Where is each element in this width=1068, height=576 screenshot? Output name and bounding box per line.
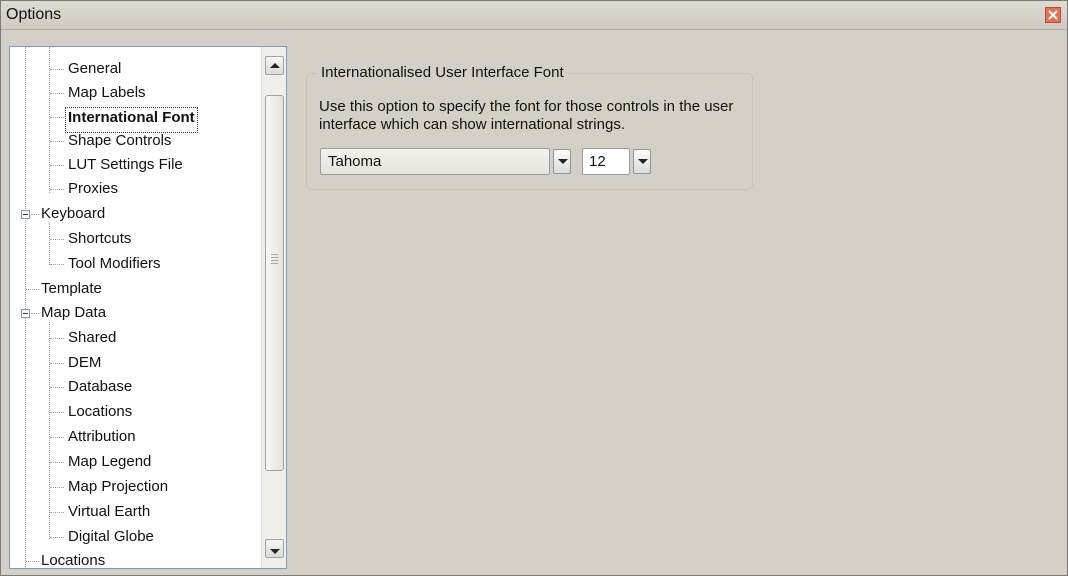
close-button[interactable] bbox=[1045, 7, 1061, 23]
arrow-up-icon bbox=[270, 63, 280, 68]
tree-line bbox=[50, 93, 64, 94]
tree-line bbox=[50, 141, 64, 142]
options-window: Options General Map Labels International… bbox=[0, 0, 1068, 576]
size-value: 12 bbox=[589, 153, 606, 170]
tree-item-lut-settings-file[interactable]: LUT Settings File bbox=[68, 155, 183, 179]
size-dropdown-button[interactable] bbox=[633, 149, 651, 174]
close-icon bbox=[1048, 10, 1058, 20]
tree-item-database[interactable]: Database bbox=[68, 377, 132, 401]
chevron-down-icon bbox=[638, 159, 648, 164]
tree-scrollbar[interactable] bbox=[261, 47, 286, 568]
tree-line bbox=[50, 363, 64, 364]
tree-line bbox=[50, 338, 64, 339]
tree-item-virtual-earth[interactable]: Virtual Earth bbox=[68, 502, 150, 526]
tree-line bbox=[31, 214, 39, 215]
tree-line bbox=[50, 189, 64, 190]
tree-item-tool-modifiers[interactable]: Tool Modifiers bbox=[68, 254, 161, 278]
tree-line bbox=[49, 322, 50, 539]
group-legend: Internationalised User Interface Font bbox=[317, 64, 568, 81]
tree-item-digital-globe[interactable]: Digital Globe bbox=[68, 527, 154, 551]
tree-line bbox=[26, 561, 39, 562]
tree-item-template[interactable]: Template bbox=[41, 279, 102, 303]
tree-item-map-labels[interactable]: Map Labels bbox=[68, 83, 146, 107]
tree-line bbox=[50, 487, 64, 488]
chevron-down-icon bbox=[558, 159, 568, 164]
tree-line bbox=[31, 313, 39, 314]
tree-item-shared[interactable]: Shared bbox=[68, 328, 116, 352]
scroll-thumb[interactable] bbox=[265, 95, 284, 471]
tree-item-locations-root[interactable]: Locations bbox=[41, 551, 105, 568]
size-combobox[interactable]: 12 bbox=[582, 148, 630, 175]
tree-line bbox=[50, 264, 64, 265]
group-description: Use this option to specify the font for … bbox=[319, 98, 734, 133]
grip-line bbox=[271, 260, 278, 261]
tree-line bbox=[49, 223, 50, 265]
tree-item-attribution[interactable]: Attribution bbox=[68, 427, 136, 451]
tree-item-map-legend[interactable]: Map Legend bbox=[68, 452, 151, 476]
tree-line bbox=[25, 47, 26, 567]
tree-line bbox=[50, 512, 64, 513]
tree-line bbox=[50, 165, 64, 166]
tree-item-shortcuts[interactable]: Shortcuts bbox=[68, 229, 131, 253]
grip-line bbox=[271, 254, 278, 255]
tree-item-keyboard[interactable]: Keyboard bbox=[41, 204, 105, 228]
tree-item-locations[interactable]: Locations bbox=[68, 402, 132, 426]
tree-line bbox=[50, 462, 64, 463]
tree-item-proxies[interactable]: Proxies bbox=[68, 179, 118, 203]
tree-item-international-font[interactable]: International Font bbox=[65, 107, 198, 133]
tree-line bbox=[50, 387, 64, 388]
tree-line bbox=[50, 412, 64, 413]
tree-line bbox=[50, 69, 64, 70]
tree-line bbox=[50, 239, 64, 240]
tree-line bbox=[50, 117, 64, 118]
scroll-down-button[interactable] bbox=[265, 539, 284, 558]
options-tree[interactable]: General Map Labels International Font Sh… bbox=[9, 46, 287, 569]
font-value: Tahoma bbox=[328, 153, 382, 170]
grip-line bbox=[271, 257, 278, 258]
tree-item-shape-controls[interactable]: Shape Controls bbox=[68, 131, 171, 155]
tree-line bbox=[50, 437, 64, 438]
window-title: Options bbox=[6, 6, 62, 23]
tree-line bbox=[26, 289, 39, 290]
grip-line bbox=[271, 263, 278, 264]
tree-line bbox=[50, 537, 64, 538]
tree-item-map-data[interactable]: Map Data bbox=[41, 303, 106, 327]
collapse-icon[interactable] bbox=[21, 309, 30, 318]
tree-item-dem[interactable]: DEM bbox=[68, 353, 101, 377]
title-bar: Options bbox=[1, 1, 1067, 30]
international-font-group: Internationalised User Interface Font Us… bbox=[306, 64, 753, 190]
font-combobox[interactable]: Tahoma bbox=[320, 148, 550, 175]
scroll-up-button[interactable] bbox=[265, 56, 284, 75]
arrow-down-icon bbox=[270, 549, 280, 554]
font-dropdown-button[interactable] bbox=[553, 149, 571, 174]
tree-item-general[interactable]: General bbox=[68, 59, 121, 83]
collapse-icon[interactable] bbox=[21, 210, 30, 219]
tree-item-map-projection[interactable]: Map Projection bbox=[68, 477, 168, 501]
